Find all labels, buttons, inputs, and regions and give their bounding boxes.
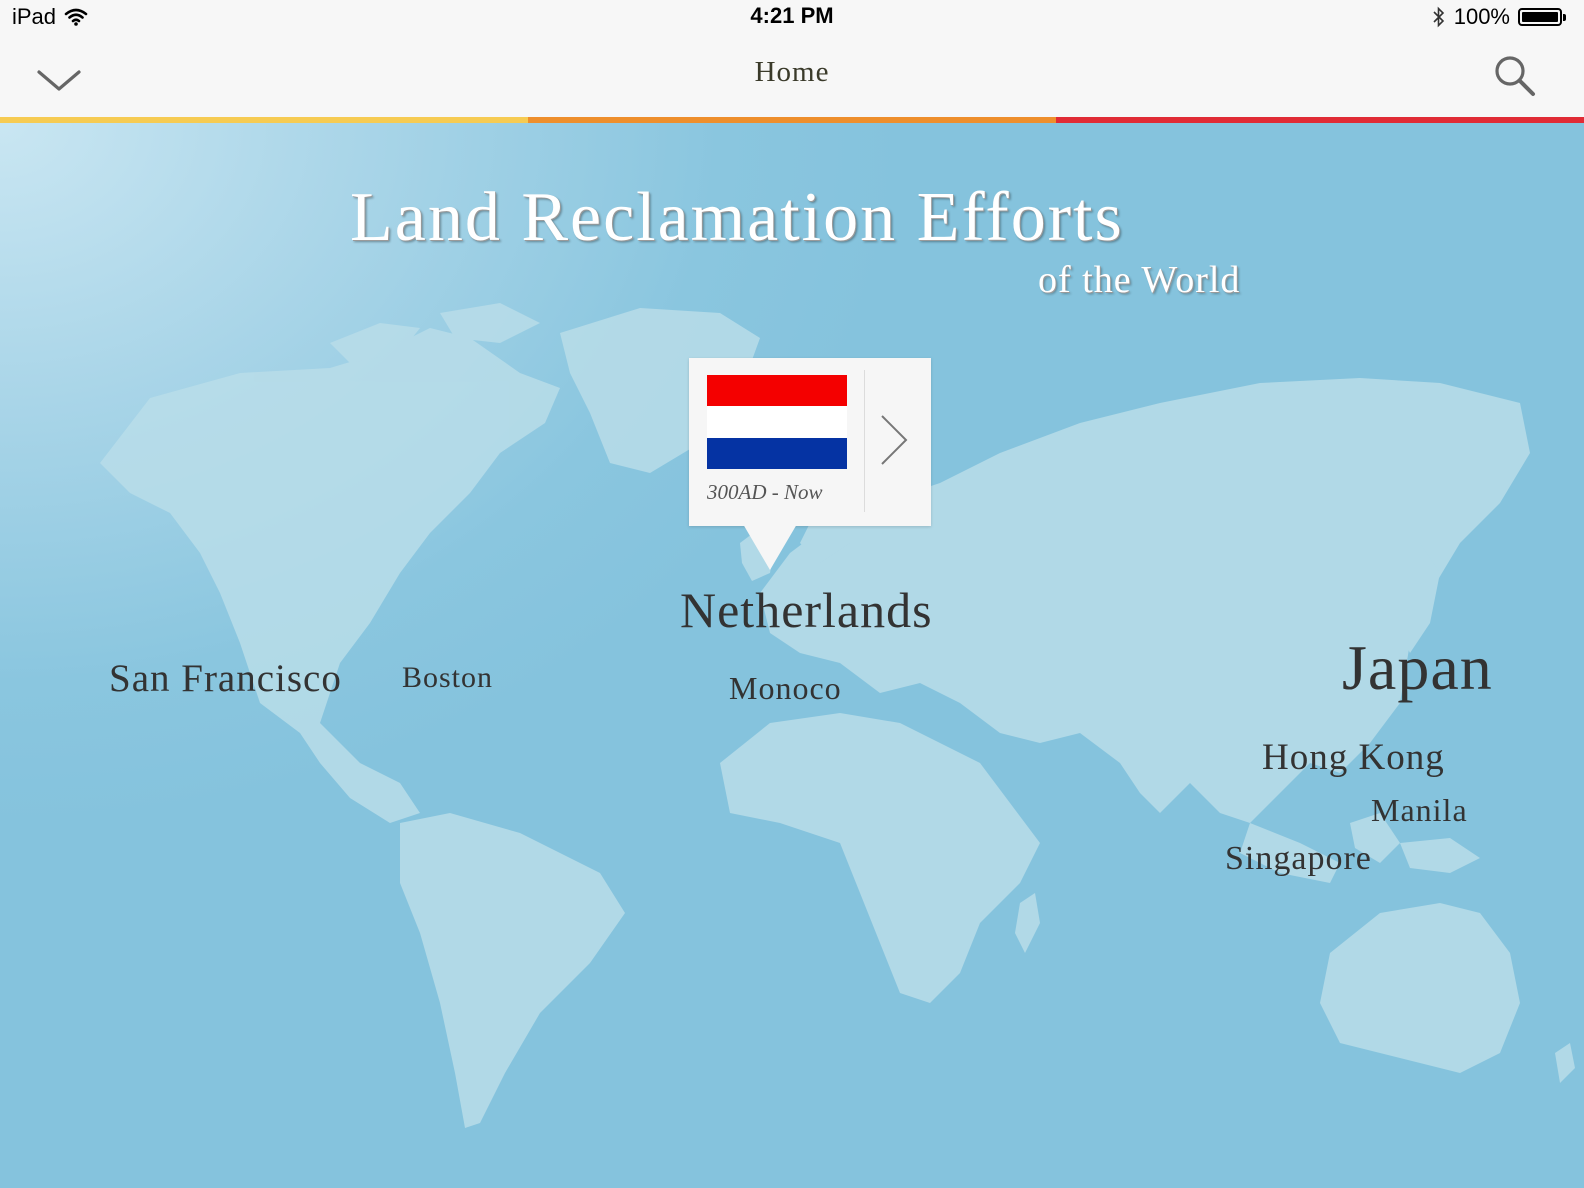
map-title: Land Reclamation Efforts xyxy=(350,179,1124,256)
battery-percent: 100% xyxy=(1453,4,1510,29)
callout-period: 300AD - Now xyxy=(707,480,823,504)
location-japan[interactable]: Japan xyxy=(1342,631,1493,705)
location-manila[interactable]: Manila xyxy=(1371,792,1468,829)
flag-stripe-red xyxy=(707,375,847,407)
status-time: 4:21 PM xyxy=(750,3,834,28)
location-singapore[interactable]: Singapore xyxy=(1225,840,1372,878)
location-hong-kong[interactable]: Hong Kong xyxy=(1262,736,1445,779)
page-title: Home xyxy=(754,56,830,88)
flag-stripe-blue xyxy=(707,437,847,469)
netherlands-callout[interactable]: 300AD - Now xyxy=(689,358,931,570)
world-map-area: Land Reclamation Efforts of the World 30… xyxy=(0,123,1584,1188)
flag-stripe-white xyxy=(707,406,847,438)
search-button[interactable] xyxy=(1488,50,1544,102)
status-bar: iPad 4:21 PM 100% xyxy=(0,0,1584,34)
navigation-bar: Home xyxy=(0,34,1584,118)
netherlands-flag-icon xyxy=(707,375,847,469)
chevron-right-icon[interactable] xyxy=(878,412,910,468)
location-netherlands[interactable]: Netherlands xyxy=(680,581,933,639)
location-san-francisco[interactable]: San Francisco xyxy=(109,656,342,701)
location-boston[interactable]: Boston xyxy=(402,661,493,695)
callout-divider xyxy=(864,370,865,512)
map-subtitle: of the World xyxy=(1038,259,1241,301)
callout-pointer xyxy=(743,524,797,570)
status-right: 100% xyxy=(1432,4,1566,30)
bluetooth-icon xyxy=(1433,6,1444,28)
location-monoco[interactable]: Monoco xyxy=(729,670,842,707)
battery-icon xyxy=(1518,8,1566,26)
search-icon xyxy=(1495,56,1535,96)
